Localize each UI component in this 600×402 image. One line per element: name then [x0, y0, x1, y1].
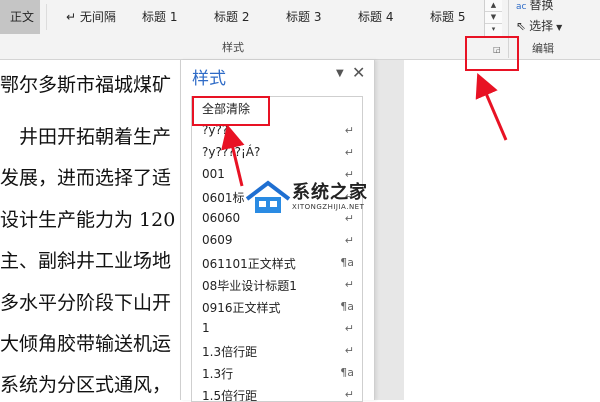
- arrow-to-launcher: [475, 72, 508, 141]
- annotation-arrows: [221, 72, 508, 187]
- arrow-to-clear-all: [221, 124, 245, 187]
